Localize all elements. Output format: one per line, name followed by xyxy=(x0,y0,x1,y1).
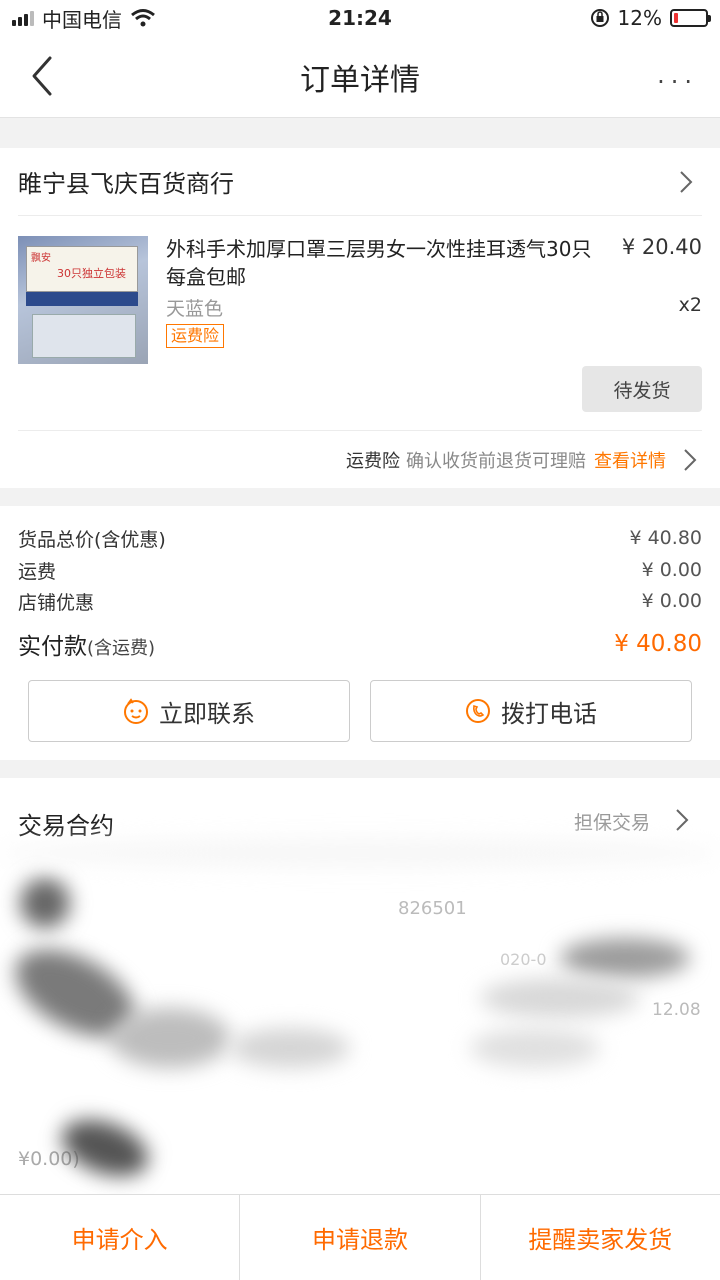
paid-label: 实付款 xyxy=(18,634,87,660)
phone-icon xyxy=(466,699,490,723)
call-label: 拨打电话 xyxy=(501,699,597,728)
battery-percent: 12% xyxy=(617,6,662,30)
shop-header[interactable]: 睢宁县飞庆百货商行 xyxy=(18,148,702,216)
chevron-right-icon xyxy=(684,449,697,471)
chevron-right-icon xyxy=(680,171,693,193)
bottom-action-bar: 申请介入 申请退款 提醒卖家发货 xyxy=(0,1194,720,1280)
remind-seller-ship-button[interactable]: 提醒卖家发货 xyxy=(481,1195,720,1280)
insurance-link[interactable]: 查看详情 xyxy=(594,447,666,473)
insurance-row[interactable]: 运费险 确认收货前退货可理赔 查看详情 xyxy=(18,430,702,488)
carrier-label: 中国电信 xyxy=(42,7,122,32)
order-item-card: 睢宁县飞庆百货商行 飘安 30只独立包装 外科手术加厚口罩三层男女一次性挂耳透气… xyxy=(0,148,720,488)
contact-seller-button[interactable]: 立即联系 xyxy=(28,680,350,742)
insurance-label: 运费险 xyxy=(346,450,400,472)
contact-seller-label: 立即联系 xyxy=(159,699,255,728)
insurance-desc: 确认收货前退货可理赔 xyxy=(406,450,586,472)
redaction-smudge xyxy=(54,1109,156,1187)
redaction-smudge xyxy=(110,1008,230,1068)
shipping-row: 运费 ¥ 0.00 xyxy=(18,556,702,584)
status-bar: 中国电信 21:24 12% xyxy=(0,0,720,36)
battery-icon xyxy=(670,9,711,27)
apply-refund-button[interactable]: 申请退款 xyxy=(240,1195,481,1280)
paid-value: ¥ 40.80 xyxy=(614,631,702,657)
back-icon[interactable] xyxy=(26,54,66,98)
contract-card: 交易合约 担保交易 826501 020-0 12.08 ¥0.00) xyxy=(0,778,720,1194)
product-image-brand: 飘安 xyxy=(31,253,51,264)
product-price: ¥ 20.40 xyxy=(621,235,702,259)
chevron-right-icon xyxy=(676,809,689,831)
shipping-value: ¥ 0.00 xyxy=(641,559,702,581)
redaction-smudge xyxy=(0,838,720,868)
nav-bar: 订单详情 ··· xyxy=(0,36,720,118)
insurance-badge: 运费险 xyxy=(166,324,225,348)
price-summary-card: 货品总价(含优惠) ¥ 40.80 运费 ¥ 0.00 店铺优惠 ¥ 0.00 … xyxy=(0,506,720,760)
redaction-smudge xyxy=(470,1028,600,1068)
goods-total-value: ¥ 40.80 xyxy=(629,527,702,549)
redaction-smudge xyxy=(560,938,690,978)
discount-row: 店铺优惠 ¥ 0.00 xyxy=(18,587,702,615)
more-icon[interactable]: ··· xyxy=(657,68,698,96)
product-quantity: x2 xyxy=(678,294,702,316)
signal-icon xyxy=(12,10,34,26)
shipping-label: 运费 xyxy=(18,560,57,583)
wifi-icon xyxy=(131,9,155,27)
discount-value: ¥ 0.00 xyxy=(641,590,702,612)
order-time-partial: 12.08 xyxy=(652,1000,701,1020)
order-status-button[interactable]: 待发货 xyxy=(582,366,702,412)
chat-face-icon xyxy=(124,698,148,724)
redaction-smudge xyxy=(20,878,70,928)
apply-intervention-button[interactable]: 申请介入 xyxy=(0,1195,241,1280)
contract-title: 交易合约 xyxy=(18,812,114,840)
shop-name: 睢宁县飞庆百货商行 xyxy=(18,170,234,198)
contract-type[interactable]: 担保交易 xyxy=(574,808,650,835)
order-date-partial: 020-0 xyxy=(500,950,547,969)
paid-row: 实付款(含运费) ¥ 40.80 xyxy=(18,626,702,662)
redaction-smudge xyxy=(480,978,640,1018)
paid-note: (含运费) xyxy=(87,638,156,659)
rotation-lock-icon xyxy=(590,9,609,27)
call-button[interactable]: 拨打电话 xyxy=(370,680,692,742)
goods-total-row: 货品总价(含优惠) ¥ 40.80 xyxy=(18,524,702,552)
goods-total-label: 货品总价(含优惠) xyxy=(18,528,166,551)
order-number-partial: 826501 xyxy=(398,898,467,919)
product-title[interactable]: 外科手术加厚口罩三层男女一次性挂耳透气30只每盒包邮 xyxy=(166,235,606,291)
discount-label: 店铺优惠 xyxy=(18,591,95,614)
product-sku: 天蓝色 xyxy=(166,298,224,320)
product-image[interactable]: 飘安 30只独立包装 xyxy=(18,236,148,364)
product-image-text: 30只独立包装 xyxy=(57,267,126,280)
redaction-smudge xyxy=(230,1028,350,1068)
page-title: 订单详情 xyxy=(300,62,420,98)
